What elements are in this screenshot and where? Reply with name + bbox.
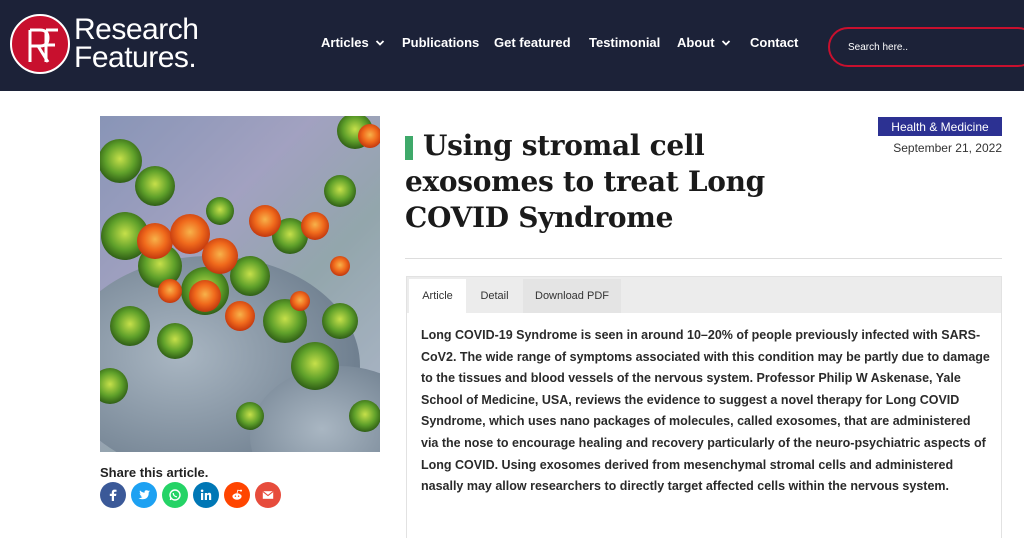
nav-item-publications[interactable]: Publications [402,35,479,50]
title-divider [405,258,1002,259]
article-summary: Long COVID-19 Syndrome is seen in around… [421,328,990,494]
email-icon [262,490,274,499]
search-box[interactable] [828,27,1024,67]
nav-item-label: Get featured [494,35,571,50]
nav-item-articles[interactable]: Articles [321,35,385,50]
site-header: Research Features. Articles Publications… [0,0,1024,91]
whatsapp-icon [169,489,181,501]
linkedin-share-button[interactable] [193,482,219,508]
article-tabs-panel: Article Detail Download PDF Long COVID-1… [406,276,1002,538]
nav-item-label: Articles [321,35,369,50]
chevron-down-icon [375,39,384,46]
category-badge[interactable]: Health & Medicine [878,117,1002,136]
tab-detail[interactable]: Detail [466,279,523,313]
publish-date: September 21, 2022 [893,141,1002,155]
tab-article[interactable]: Article [409,279,466,313]
article-title: Using stromal cell exosomes to treat Lon… [405,129,765,234]
logo-line-2: Features. [74,41,197,74]
twitter-icon [138,490,150,500]
nav-item-contact[interactable]: Contact [750,35,798,50]
email-share-button[interactable] [255,482,281,508]
nav-item-label: Publications [402,35,480,50]
share-buttons [100,482,281,508]
article-hero-image [100,116,380,452]
site-logo[interactable]: Research Features. [8,12,199,76]
twitter-share-button[interactable] [131,482,157,508]
nav-item-label: Testimonial [589,35,661,50]
logo-mark [10,14,70,74]
nav-item-testimonial[interactable]: Testimonial [589,35,660,50]
nav-item-label: Contact [750,35,799,50]
reddit-share-button[interactable] [224,482,250,508]
whatsapp-share-button[interactable] [162,482,188,508]
nav-item-get-featured[interactable]: Get featured [494,35,571,50]
tab-bar: Article Detail Download PDF [407,277,1001,313]
facebook-share-button[interactable] [100,482,126,508]
logo-wordmark: Research Features. [74,13,199,74]
linkedin-icon [200,489,212,500]
tab-download-pdf[interactable]: Download PDF [523,279,621,313]
reddit-icon [232,489,242,500]
share-label: Share this article. [100,465,209,480]
chevron-down-icon [721,39,730,46]
nav-item-about[interactable]: About [677,35,731,50]
facebook-icon [109,489,117,501]
nav-item-label: About [677,35,715,50]
search-input[interactable] [848,39,1018,55]
logo-line-1: Research [74,13,199,46]
